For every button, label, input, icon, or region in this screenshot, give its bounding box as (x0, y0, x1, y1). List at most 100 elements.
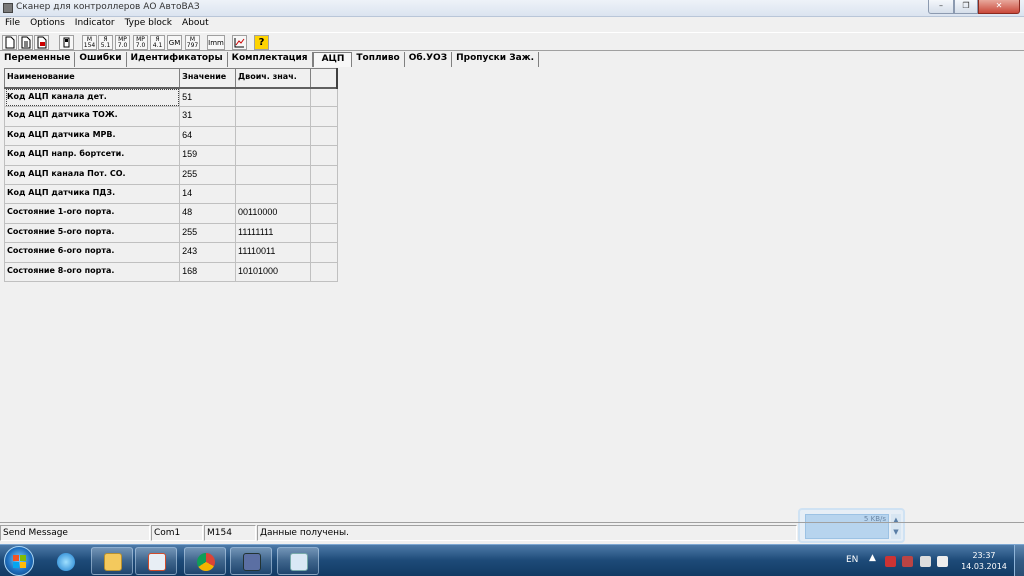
table-row[interactable]: Состояние 1-ого порта. 48 00110000 (3, 203, 338, 224)
tray-volume-icon[interactable] (937, 556, 948, 567)
table-row[interactable]: Код АЦП канала Пот. СО. 255 (3, 164, 338, 185)
row-value[interactable]: 168 (179, 261, 237, 282)
row-value[interactable]: 159 (179, 145, 237, 166)
app-icon[interactable] (3, 3, 13, 13)
maximize-button[interactable]: ❐ (954, 0, 978, 14)
row-value[interactable]: 255 (179, 222, 237, 244)
menu-indicator[interactable]: Indicator (70, 17, 120, 31)
row-value[interactable]: 243 (179, 242, 237, 263)
row-binary[interactable]: 11111111 (235, 222, 311, 244)
menu-options[interactable]: Options (25, 17, 70, 31)
row-value[interactable]: 51 (179, 86, 237, 108)
row-name[interactable]: Код АЦП датчика ПДЗ. (3, 183, 181, 205)
row-binary[interactable]: 11110011 (235, 242, 311, 263)
row-value[interactable]: 48 (179, 203, 237, 224)
row-extra[interactable] (309, 261, 338, 282)
row-binary[interactable]: 10101000 (235, 261, 311, 282)
row-name[interactable]: Код АЦП канала дет. (3, 86, 181, 108)
chart-icon[interactable] (232, 35, 247, 50)
taskbar-explorer[interactable] (91, 547, 133, 575)
save-document-icon[interactable] (34, 35, 49, 50)
row-name[interactable]: Код АЦП канала Пот. СО. (3, 164, 181, 185)
row-name[interactable]: Состояние 1-ого порта. (3, 203, 181, 224)
taskbar-chrome[interactable] (184, 547, 226, 575)
mp70b-icon[interactable]: MP 7.0 (133, 35, 148, 50)
row-name[interactable]: Код АЦП датчика МРВ. (3, 125, 181, 147)
row-value[interactable]: 255 (179, 164, 237, 185)
imm-icon[interactable]: Imm (207, 35, 225, 50)
row-name[interactable]: Код АЦП датчика ТОЖ. (3, 106, 181, 127)
row-name[interactable]: Состояние 5-ого порта. (3, 222, 181, 244)
start-button[interactable] (4, 546, 34, 576)
tray-flag-icon[interactable] (902, 556, 913, 567)
row-value[interactable]: 14 (179, 183, 237, 205)
table-row[interactable]: Код АЦП датчика МРВ. 64 (3, 125, 338, 147)
row-binary[interactable] (235, 86, 311, 108)
help-icon[interactable]: ? (254, 35, 269, 50)
close-button[interactable]: ✕ (978, 0, 1020, 14)
taskbar-paint[interactable] (277, 547, 319, 575)
row-extra[interactable] (309, 183, 338, 205)
table-row[interactable]: Код АЦП канала дет. 51 (3, 86, 338, 108)
table-row[interactable]: Код АЦП датчика ТОЖ. 31 (3, 106, 338, 127)
tab-adc[interactable]: АЦП (312, 52, 353, 67)
tray-expand-icon[interactable]: ▲ (869, 553, 876, 563)
row-value[interactable]: 64 (179, 125, 237, 147)
menu-file[interactable]: File (0, 17, 25, 31)
row-name[interactable]: Состояние 6-ого порта. (3, 242, 181, 263)
ya41-icon[interactable]: Я 4.1 (150, 35, 165, 50)
row-name[interactable]: Состояние 8-ого порта. (3, 261, 181, 282)
row-name[interactable]: Код АЦП напр. бортсети. (3, 145, 181, 166)
row-extra[interactable] (309, 125, 338, 147)
row-binary[interactable] (235, 183, 311, 205)
tab-identifiers[interactable]: Идентификаторы (127, 52, 228, 67)
language-indicator[interactable]: EN (846, 555, 858, 565)
tab-ignition-timing[interactable]: Об.УОЗ (405, 52, 453, 67)
row-extra[interactable] (309, 145, 338, 166)
tab-fuel[interactable]: Топливо (352, 52, 405, 67)
header-name[interactable]: Наименование (3, 68, 181, 88)
tray-app-icon[interactable] (885, 556, 896, 567)
gm-icon[interactable]: GM (167, 35, 182, 50)
menu-type-block[interactable]: Type block (120, 17, 177, 31)
header-value[interactable]: Значение (179, 68, 237, 88)
tray-network-icon[interactable] (920, 556, 931, 567)
ya51-icon[interactable]: Я 5.1 (98, 35, 113, 50)
row-binary[interactable] (235, 145, 311, 166)
row-binary[interactable] (235, 164, 311, 185)
m154-icon[interactable]: M 154 (82, 35, 97, 50)
tab-variables[interactable]: Переменные (0, 52, 76, 67)
header-extra[interactable] (309, 68, 338, 88)
mp70-icon[interactable]: MP 7.0 (115, 35, 130, 50)
tab-misfires[interactable]: Пропуски Заж. (452, 52, 540, 67)
header-binary[interactable]: Двоич. знач. (235, 68, 311, 88)
row-extra[interactable] (309, 86, 338, 108)
menu-about[interactable]: About (177, 17, 214, 31)
table-row[interactable]: Код АЦП напр. бортсети. 159 (3, 145, 338, 166)
row-value[interactable]: 31 (179, 106, 237, 127)
show-desktop-button[interactable] (1014, 545, 1024, 576)
row-extra[interactable] (309, 222, 338, 244)
row-binary[interactable]: 00110000 (235, 203, 311, 224)
row-extra[interactable] (309, 203, 338, 224)
tab-configuration[interactable]: Комплектация (228, 52, 313, 67)
taskbar-scanner[interactable] (230, 547, 272, 575)
new-document-icon[interactable] (2, 35, 17, 50)
taskbar-ie[interactable] (44, 547, 86, 575)
table-row[interactable]: Код АЦП датчика ПДЗ. 14 (3, 183, 338, 205)
minimize-button[interactable]: – (928, 0, 954, 14)
row-extra[interactable] (309, 242, 338, 263)
row-binary[interactable] (235, 125, 311, 147)
row-extra[interactable] (309, 164, 338, 185)
device-icon[interactable] (59, 35, 74, 50)
row-extra[interactable] (309, 106, 338, 127)
table-row[interactable]: Состояние 8-ого порта. 168 10101000 (3, 261, 338, 282)
open-document-icon[interactable] (18, 35, 33, 50)
m797-icon[interactable]: M 797 (185, 35, 200, 50)
clock[interactable]: 23:37 14.03.2014 (958, 550, 1010, 572)
tab-errors[interactable]: Ошибки (75, 52, 127, 67)
table-row[interactable]: Состояние 6-ого порта. 243 11110011 (3, 242, 338, 263)
table-row[interactable]: Состояние 5-ого порта. 255 11111111 (3, 222, 338, 244)
taskbar-media[interactable] (135, 547, 177, 575)
row-binary[interactable] (235, 106, 311, 127)
